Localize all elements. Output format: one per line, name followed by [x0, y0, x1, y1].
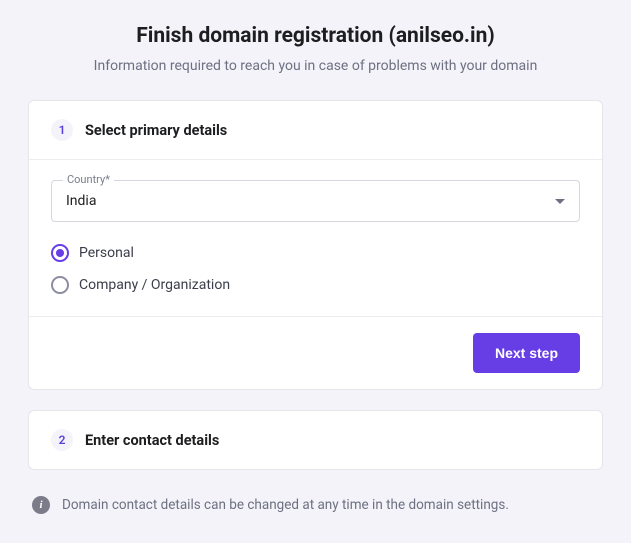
step-2-card: 2 Enter contact details	[28, 410, 603, 470]
page-title: Finish domain registration (anilseo.in)	[28, 24, 603, 48]
radio-company-label: Company / Organization	[79, 277, 230, 293]
account-type-radio-group: Personal Company / Organization	[51, 244, 580, 294]
step-1-card: 1 Select primary details Country* India …	[28, 100, 603, 390]
country-select-wrapper: Country* India	[51, 180, 580, 222]
step-2-header: 2 Enter contact details	[29, 411, 602, 469]
radio-personal[interactable]: Personal	[51, 244, 580, 262]
step-2-number: 2	[51, 429, 73, 451]
info-icon: i	[32, 496, 50, 514]
country-value: India	[66, 193, 96, 209]
step-1-footer: Next step	[29, 317, 602, 389]
page-header: Finish domain registration (anilseo.in) …	[28, 24, 603, 74]
country-select[interactable]: India	[51, 180, 580, 222]
step-1-number: 1	[51, 119, 73, 141]
radio-personal-label: Personal	[79, 245, 134, 261]
next-step-button[interactable]: Next step	[473, 333, 580, 373]
step-2-title: Enter contact details	[85, 432, 219, 449]
info-row: i Domain contact details can be changed …	[28, 490, 603, 514]
info-text: Domain contact details can be changed at…	[62, 497, 509, 513]
step-1-body: Country* India Personal Company / Organi…	[29, 160, 602, 317]
radio-dot-icon	[56, 249, 64, 257]
radio-checked-icon	[51, 244, 69, 262]
country-label: Country*	[63, 173, 114, 186]
radio-unchecked-icon	[51, 276, 69, 294]
step-1-title: Select primary details	[85, 122, 227, 139]
step-1-header: 1 Select primary details	[29, 101, 602, 160]
chevron-down-icon	[555, 199, 565, 204]
page-subtitle: Information required to reach you in cas…	[28, 58, 603, 74]
radio-company[interactable]: Company / Organization	[51, 276, 580, 294]
